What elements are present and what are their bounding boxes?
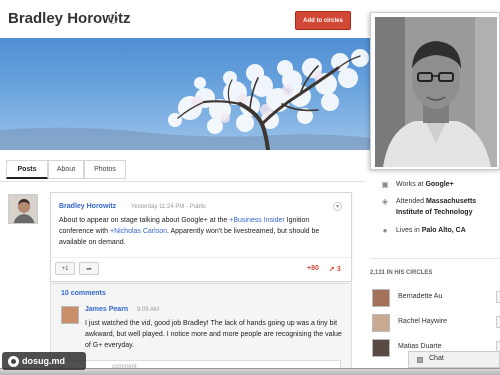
comments-section: 10 comments James Pearn 9:05 AM I just w… xyxy=(50,283,352,375)
chat-bar[interactable]: Chat xyxy=(408,351,500,368)
briefcase-icon: ▣ xyxy=(381,180,389,189)
comment-text: I just watched the vid, good job Bradley… xyxy=(85,320,342,349)
cherry-blossom-tree-image xyxy=(0,49,370,150)
add-to-circle-button[interactable] xyxy=(496,291,500,303)
add-to-circle-button[interactable] xyxy=(496,316,500,328)
plus-one-button[interactable]: +1 xyxy=(55,262,75,275)
profile-header: Bradley Horowitz ✓ Add to circles xyxy=(0,0,365,38)
post-author[interactable]: Bradley Horowitz xyxy=(59,203,116,210)
avatar xyxy=(372,289,390,307)
avatar[interactable] xyxy=(8,194,38,224)
avatar xyxy=(372,339,390,357)
circle-person-name[interactable]: Bernadette Au xyxy=(398,293,442,300)
comment-author[interactable]: James Pearn xyxy=(85,306,128,313)
watermark-logo-icon xyxy=(8,356,19,367)
add-to-circles-button[interactable]: Add to circles xyxy=(295,11,351,30)
info-divider xyxy=(370,258,500,259)
share-count[interactable]: ➚ 3 xyxy=(329,265,341,273)
post-card: Bradley Horowitz Yesterday 11:24 PM - Pu… xyxy=(50,192,352,282)
location-pin-icon: ● xyxy=(382,226,388,235)
plus-one-count[interactable]: +80 xyxy=(307,265,319,272)
post-actions-divider xyxy=(51,257,351,258)
share-count-icon: ➚ xyxy=(329,266,335,273)
profile-photo xyxy=(375,17,497,167)
circle-person-name[interactable]: Matias Duarte xyxy=(398,343,442,350)
comment-time: 9:05 AM xyxy=(137,307,160,313)
avatar xyxy=(372,314,390,332)
circles-header[interactable]: 2,131 IN HIS CIRCLES xyxy=(370,270,432,276)
chat-status-icon xyxy=(417,357,423,363)
chat-label: Chat xyxy=(429,355,444,362)
circle-person-name[interactable]: Rachel Haywire xyxy=(398,318,447,325)
comments-count[interactable]: 10 comments xyxy=(61,290,106,297)
tabs-divider xyxy=(0,181,365,182)
share-button[interactable]: ➦ xyxy=(79,262,99,275)
post-body: About to appear on stage talking about G… xyxy=(59,217,320,246)
share-arrow-icon: ➦ xyxy=(86,265,92,273)
post-options-icon[interactable]: ▾ xyxy=(333,202,342,211)
tab-photos[interactable]: Photos xyxy=(84,160,126,179)
tab-about[interactable]: About xyxy=(48,160,84,179)
profile-photo-frame[interactable] xyxy=(370,12,500,170)
list-item[interactable]: Rachel Haywire xyxy=(370,314,500,334)
post-meta: Yesterday 11:24 PM - Public xyxy=(131,204,207,210)
graduation-icon: ◈ xyxy=(381,197,389,206)
watermark: dosug.md xyxy=(2,352,86,370)
verified-icon: ✓ xyxy=(108,14,118,24)
tab-posts[interactable]: Posts xyxy=(6,160,48,179)
list-item[interactable]: Bernadette Au xyxy=(370,289,500,309)
avatar[interactable] xyxy=(61,306,79,324)
cover-photo xyxy=(0,38,370,150)
profile-tabs: Posts About Photos xyxy=(0,160,365,180)
